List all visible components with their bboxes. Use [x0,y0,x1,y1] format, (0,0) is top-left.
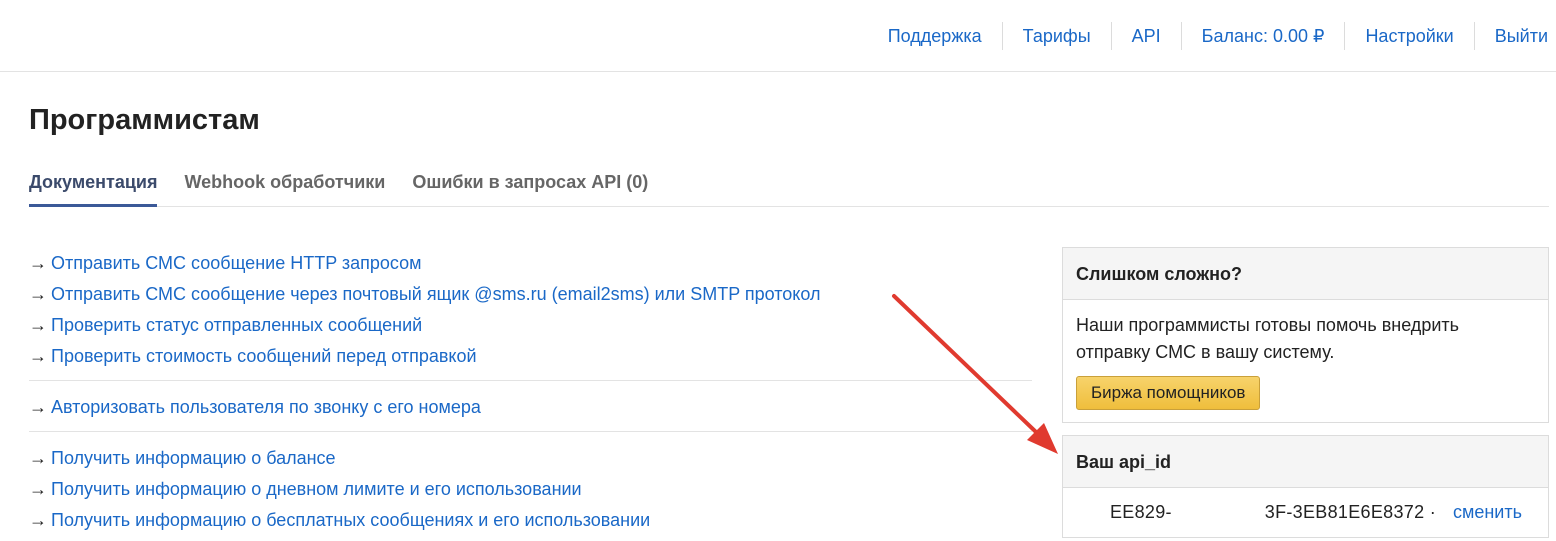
top-bar: Поддержка Тарифы API Баланс: 0.00 ₽ Наст… [0,0,1556,72]
tab-webhook-handlers[interactable]: Webhook обработчики [184,166,385,207]
help-panel: Слишком сложно? Наши программисты готовы… [1062,247,1549,423]
arrow-right-icon: → [29,284,47,304]
link-group-auth: → Авторизовать пользователя по звонку с е… [29,380,1032,431]
link-send-http[interactable]: Отправить СМС сообщение HTTP запросом [51,253,422,273]
api-id-value-end: 3F-3EB81E6E8372 · [1264,502,1436,522]
help-panel-title: Слишком сложно? [1063,248,1548,300]
nav-balance-link[interactable]: Баланс: 0.00 ₽ [1180,22,1345,50]
link-check-status[interactable]: Проверить статус отправленных сообщений [51,315,422,335]
link-check-cost[interactable]: Проверить стоимость сообщений перед отпр… [51,346,477,366]
list-item: → Получить информацию о балансе [29,443,1032,474]
help-panel-text: Наши программисты готовы помочь внедрить… [1076,315,1460,362]
arrow-right-icon: → [29,253,47,273]
api-id-panel-body: EE829- 3F-3EB81E6E8372 · сменить [1063,488,1548,538]
link-balance-info[interactable]: Получить информацию о балансе [51,448,336,468]
arrow-right-icon: → [29,448,47,468]
nav-tariffs-link[interactable]: Тарифы [1001,22,1111,50]
list-item: → Проверить стоимость сообщений перед отп… [29,341,1032,372]
api-id-panel-title: Ваш api_id [1063,436,1548,488]
tab-api-errors[interactable]: Ошибки в запросах API (0) [412,166,648,207]
arrow-right-icon: → [29,346,47,366]
link-group-sending: → Отправить СМС сообщение HTTP запросом →… [29,246,1032,380]
help-panel-body: Наши программисты готовы помочь внедрить… [1063,300,1548,422]
nav-logout-link[interactable]: Выйти [1473,22,1556,50]
arrow-right-icon: → [29,510,47,530]
nav-support-link[interactable]: Поддержка [868,22,1002,50]
tabs: Документация Webhook обработчики Ошибки … [29,166,1549,207]
list-item: → Получить информацию о бесплатных сообще… [29,505,1032,536]
list-item: → Получить информацию о дневном лимите и … [29,474,1032,505]
top-nav: Поддержка Тарифы API Баланс: 0.00 ₽ Наст… [868,22,1556,50]
list-item: → Отправить СМС сообщение через почтовый … [29,279,1032,310]
arrow-right-icon: → [29,479,47,499]
documentation-links: → Отправить СМС сообщение HTTP запросом →… [29,246,1032,541]
api-id-value-start: EE829- [1110,502,1172,522]
api-id-panel: Ваш api_id EE829- 3F-3EB81E6E8372 · смен… [1062,435,1549,538]
arrow-right-icon: → [29,315,47,335]
link-send-email-smtp[interactable]: Отправить СМС сообщение через почтовый я… [51,284,821,304]
arrow-right-icon: → [29,397,47,417]
nav-settings-link[interactable]: Настройки [1344,22,1473,50]
nav-api-link[interactable]: API [1110,22,1181,50]
link-group-info: → Получить информацию о балансе → Получить… [29,431,1032,541]
link-call-auth[interactable]: Авторизовать пользователя по звонку с ег… [51,397,481,417]
list-item: → Проверить статус отправленных сообщений [29,310,1032,341]
helpers-exchange-button[interactable]: Биржа помощников [1076,376,1261,410]
link-free-messages[interactable]: Получить информацию о бесплатных сообщен… [51,510,650,530]
list-item: → Авторизовать пользователя по звонку с е… [29,392,1032,423]
change-api-id-link[interactable]: сменить [1453,502,1522,523]
page-title: Программистам [29,104,260,136]
tab-documentation[interactable]: Документация [29,166,158,207]
list-item: → Отправить СМС сообщение HTTP запросом [29,248,1032,279]
link-daily-limit[interactable]: Получить информацию о дневном лимите и е… [51,479,582,499]
